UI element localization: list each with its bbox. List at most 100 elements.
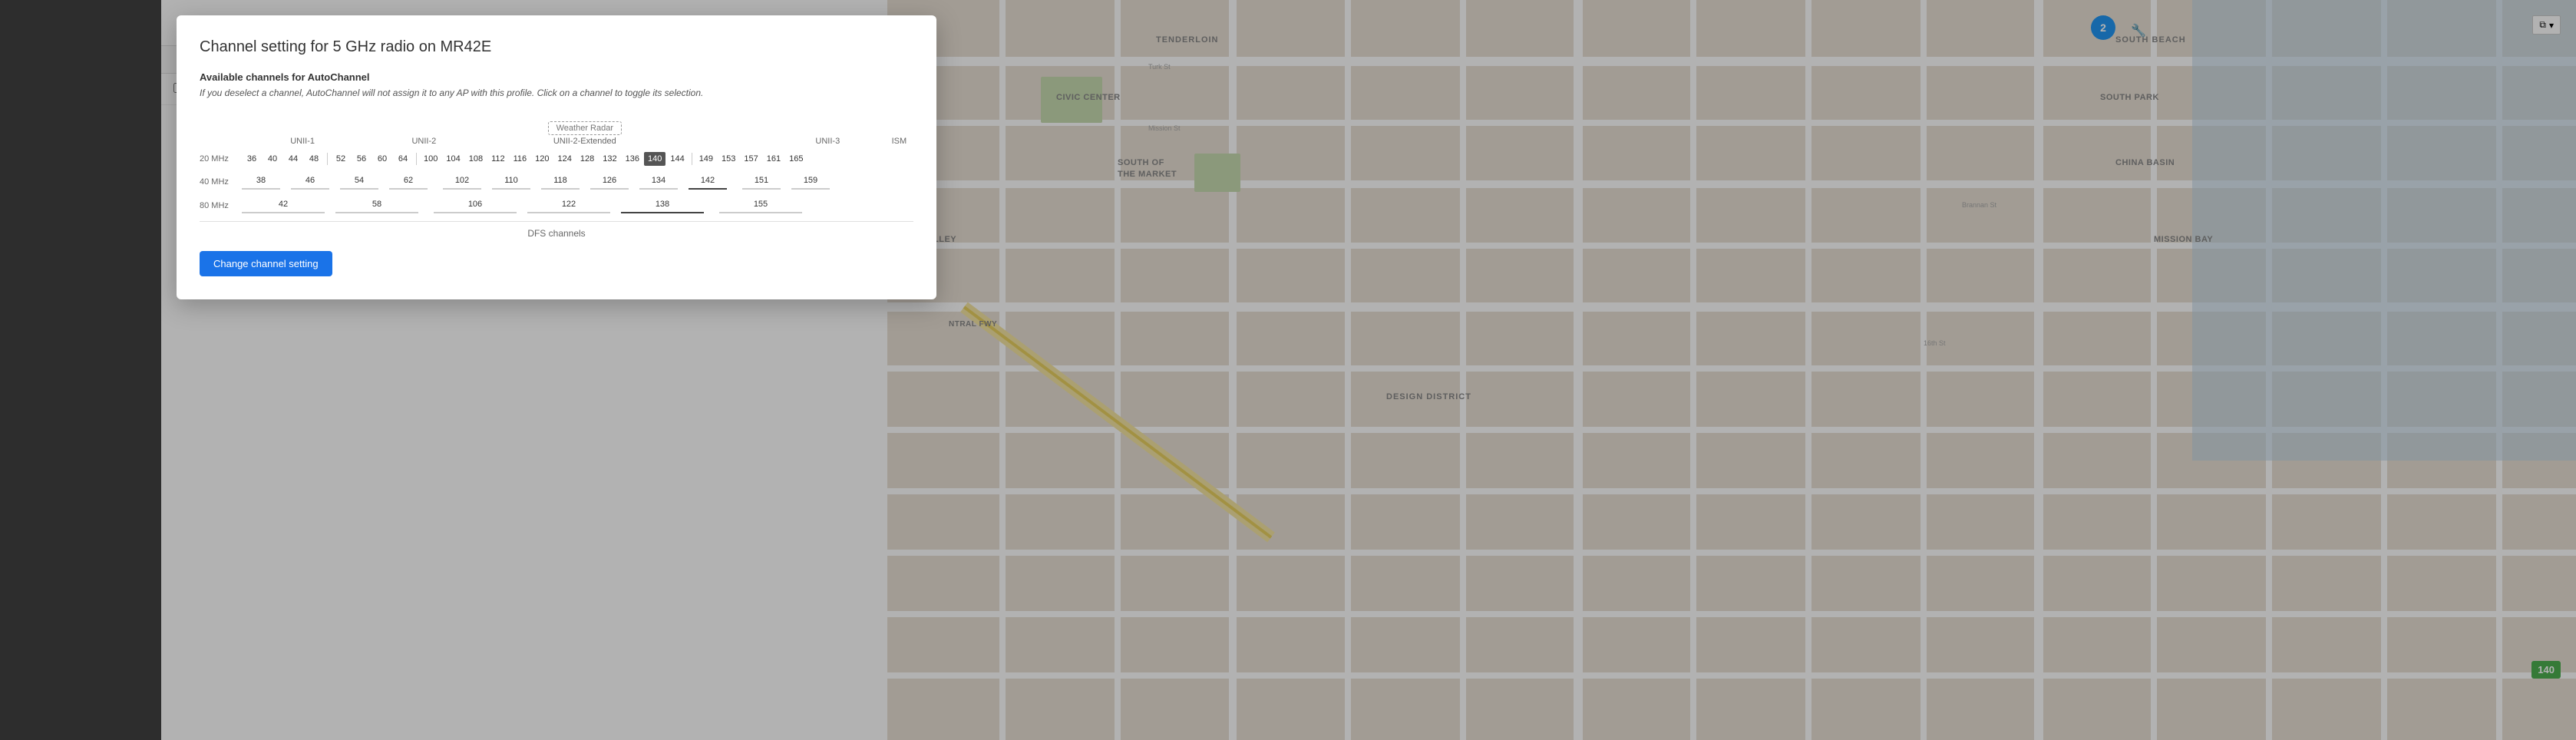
ch-48[interactable]: 48	[304, 152, 324, 166]
ch-161[interactable]: 161	[763, 152, 784, 166]
ch-56[interactable]: 56	[352, 152, 372, 166]
ch-165[interactable]: 165	[785, 152, 807, 166]
channels-row-40: 38 46 54	[242, 173, 913, 190]
dfs-label: DFS channels	[200, 221, 913, 239]
change-channel-button[interactable]: Change channel setting	[200, 251, 332, 276]
modal-subtitle: Available channels for AutoChannel	[200, 71, 913, 83]
underline-122	[527, 212, 610, 213]
ch-60[interactable]: 60	[372, 152, 392, 166]
ch-group-42: 42	[242, 197, 325, 213]
ism-label: ISM	[885, 137, 913, 146]
ch-44[interactable]: 44	[283, 152, 303, 166]
underline-38	[242, 188, 280, 190]
ch-112[interactable]: 112	[487, 152, 509, 166]
ch-38[interactable]: 38	[244, 173, 278, 187]
ch-group-106: 106	[434, 197, 517, 213]
ch-126[interactable]: 126	[593, 173, 626, 187]
underline-159	[791, 188, 830, 190]
20mhz-label: 20 MHz	[200, 154, 242, 164]
underline-106	[434, 212, 517, 213]
ch-group-38: 38	[242, 173, 280, 190]
app-container: channels Edit settings... ▾ Name Channel…	[0, 0, 2576, 740]
row-80mhz: 80 MHz 42 58	[200, 197, 913, 213]
ch-54[interactable]: 54	[342, 173, 376, 187]
ch-110[interactable]: 110	[494, 173, 528, 187]
ch-group-54: 54	[340, 173, 378, 190]
ch-108[interactable]: 108	[465, 152, 487, 166]
underline-118	[541, 188, 580, 190]
ch-124[interactable]: 124	[554, 152, 576, 166]
modal-dialog: Channel setting for 5 GHz radio on MR42E…	[177, 15, 936, 299]
ch-138[interactable]: 138	[646, 197, 679, 211]
underline-58	[335, 212, 418, 213]
ch-106[interactable]: 106	[458, 197, 492, 211]
ch-group-138: 138	[621, 197, 704, 213]
underline-151	[742, 188, 781, 190]
ch-140[interactable]: 140	[644, 152, 665, 166]
ch-153[interactable]: 153	[718, 152, 739, 166]
ch-group-102: 102	[443, 173, 481, 190]
weather-radar-label: Weather Radar	[548, 121, 622, 135]
ch-62[interactable]: 62	[391, 173, 425, 187]
modal-description: If you deselect a channel, AutoChannel w…	[200, 88, 913, 98]
ch-64[interactable]: 64	[393, 152, 413, 166]
row-20mhz: 20 MHz 36 40 44 48 52 56 60 64	[200, 152, 913, 166]
40mhz-label: 40 MHz	[200, 177, 242, 187]
ch-136[interactable]: 136	[622, 152, 643, 166]
underline-54	[340, 188, 378, 190]
channels-row-20: 36 40 44 48 52 56 60 64 100	[242, 152, 913, 166]
channels-row-80: 42 58 106	[242, 197, 913, 213]
modal-overlay: Channel setting for 5 GHz radio on MR42E…	[161, 0, 2576, 740]
ch-100[interactable]: 100	[420, 152, 441, 166]
ch-116[interactable]: 116	[510, 152, 531, 166]
unii2-label: UNII-2	[363, 137, 484, 146]
ch-134[interactable]: 134	[642, 173, 675, 187]
underline-42	[242, 212, 325, 213]
ch-group-62: 62	[389, 173, 428, 190]
ch-122[interactable]: 122	[552, 197, 586, 211]
underline-102	[443, 188, 481, 190]
underline-46	[291, 188, 329, 190]
underline-155	[719, 212, 802, 213]
left-sidebar	[0, 0, 161, 740]
ch-40[interactable]: 40	[263, 152, 282, 166]
unii1-label: UNII-1	[242, 137, 363, 146]
ch-group-159: 159	[791, 173, 830, 190]
ch-group-126: 126	[590, 173, 629, 190]
ch-118[interactable]: 118	[543, 173, 577, 187]
underline-138	[621, 212, 704, 213]
channels-layout: UNII-1 UNII-2 Weather Radar UNII-2-Exten…	[200, 117, 913, 213]
ch-group-118: 118	[541, 173, 580, 190]
ch-group-142: 142	[689, 173, 727, 190]
unii2ext-text: UNII-2-Extended	[553, 137, 616, 146]
ch-128[interactable]: 128	[576, 152, 598, 166]
underline-62	[389, 188, 428, 190]
unii2ext-label: Weather Radar UNII-2-Extended	[485, 121, 685, 146]
ch-group-122: 122	[527, 197, 610, 213]
ch-144[interactable]: 144	[666, 152, 688, 166]
underline-110	[492, 188, 530, 190]
ch-149[interactable]: 149	[695, 152, 717, 166]
underline-142	[689, 188, 727, 190]
ch-157[interactable]: 157	[740, 152, 761, 166]
ch-120[interactable]: 120	[531, 152, 553, 166]
ch-159[interactable]: 159	[794, 173, 827, 187]
80mhz-label: 80 MHz	[200, 201, 242, 210]
ch-142[interactable]: 142	[691, 173, 725, 187]
ch-132[interactable]: 132	[599, 152, 620, 166]
ch-102[interactable]: 102	[445, 173, 479, 187]
ch-52[interactable]: 52	[331, 152, 351, 166]
ch-36[interactable]: 36	[242, 152, 262, 166]
modal-title: Channel setting for 5 GHz radio on MR42E	[200, 38, 913, 56]
ch-group-110: 110	[492, 173, 530, 190]
ch-46[interactable]: 46	[293, 173, 327, 187]
ch-42[interactable]: 42	[266, 197, 300, 211]
ch-58[interactable]: 58	[360, 197, 394, 211]
ch-155[interactable]: 155	[744, 197, 778, 211]
ch-group-151: 151	[742, 173, 781, 190]
ch-104[interactable]: 104	[442, 152, 464, 166]
ch-group-46: 46	[291, 173, 329, 190]
unii3-label: UNII-3	[771, 137, 885, 146]
row-40mhz: 40 MHz 38 46	[200, 173, 913, 190]
ch-151[interactable]: 151	[745, 173, 778, 187]
